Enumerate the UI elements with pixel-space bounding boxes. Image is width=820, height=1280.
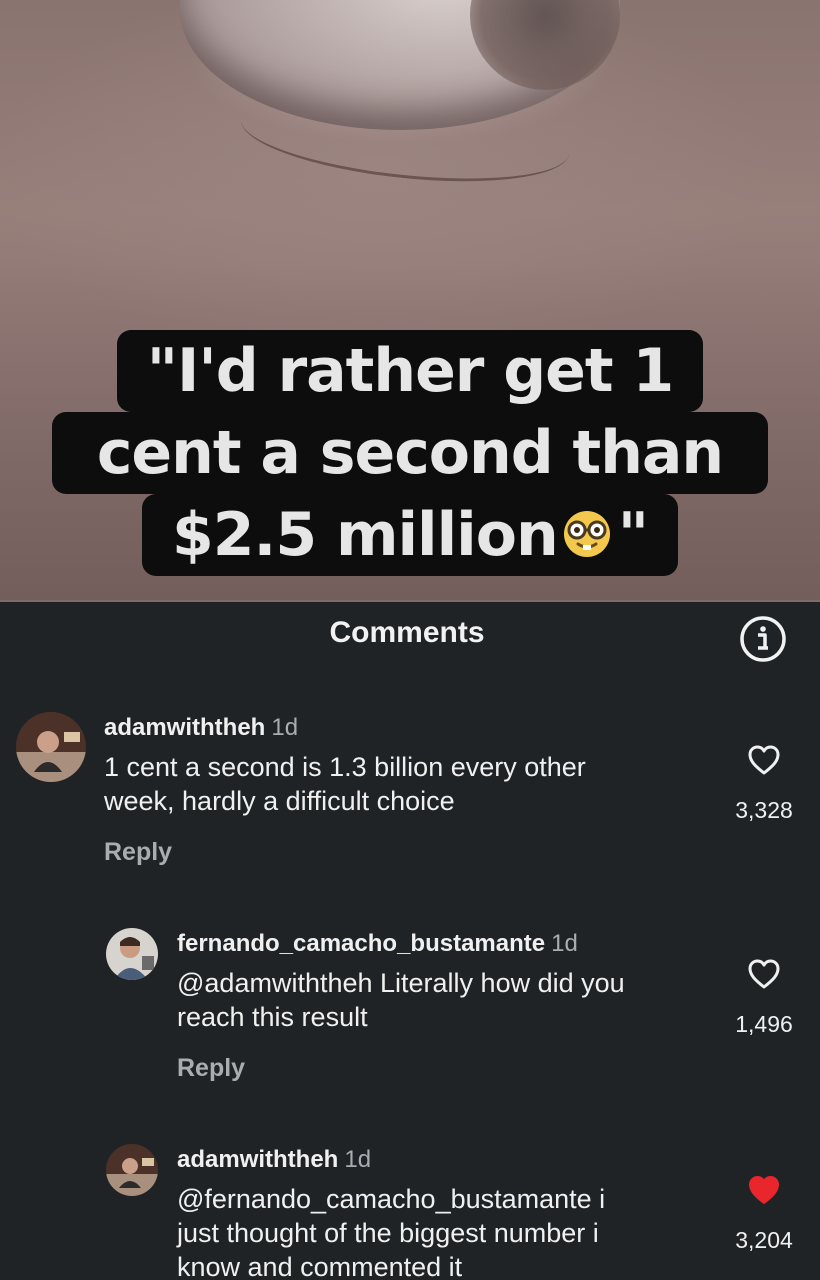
like-count: 3,328 bbox=[735, 797, 793, 823]
comments-panel: Comments adamwiththeh 1d 1 cent a second… bbox=[0, 602, 820, 1280]
heart-filled-icon[interactable] bbox=[747, 1174, 781, 1206]
heart-outline-icon[interactable] bbox=[747, 744, 781, 776]
nerd-face-icon bbox=[563, 511, 610, 558]
video-frame[interactable]: "I'd rather get 1 cent a second than $2.… bbox=[0, 0, 820, 602]
comment-text: @fernando_camacho_bustamante i just thou… bbox=[177, 1182, 717, 1280]
comment-text-line: week, hardly a difficult choice bbox=[104, 786, 455, 816]
username-text[interactable]: fernando_camacho_bustamante bbox=[177, 930, 545, 957]
comment-text: 1 cent a second is 1.3 billion every oth… bbox=[104, 750, 704, 818]
info-icon[interactable] bbox=[738, 614, 788, 664]
username-text[interactable]: adamwiththeh bbox=[104, 714, 265, 741]
comment-text-line: reach this result bbox=[177, 1002, 368, 1032]
comment-time: 1d bbox=[271, 714, 299, 741]
avatar[interactable] bbox=[16, 712, 86, 782]
like-count: 3,204 bbox=[735, 1227, 793, 1253]
comment-reply-item: adamwiththeh 1d @fernando_camacho_bustama… bbox=[0, 1136, 820, 1280]
caption-closing-quote: " bbox=[617, 500, 649, 570]
avatar-photo bbox=[16, 712, 86, 782]
comment-time: 1d bbox=[344, 1146, 372, 1173]
comment-text-line: just thought of the biggest number i bbox=[177, 1218, 599, 1248]
comment-text-line: know and commented it bbox=[177, 1252, 463, 1280]
username-text[interactable]: adamwiththeh bbox=[177, 1146, 338, 1173]
caption-line-3-text: $2.5 million bbox=[172, 500, 559, 570]
comment-reply-item: fernando_camacho_bustamante 1d @adamwitht… bbox=[0, 920, 820, 1110]
comment-username[interactable]: adamwiththeh 1d bbox=[104, 714, 298, 742]
video-caption: "I'd rather get 1 cent a second than $2.… bbox=[0, 330, 820, 576]
avatar[interactable] bbox=[106, 928, 158, 980]
comment-text-line: @adamwiththeh Literally how did you bbox=[177, 968, 625, 998]
comment-text-line: @fernando_camacho_bustamante i bbox=[177, 1184, 606, 1214]
comment-item: adamwiththeh 1d 1 cent a second is 1.3 bi… bbox=[0, 702, 820, 882]
screenshot: "I'd rather get 1 cent a second than $2.… bbox=[0, 0, 820, 1280]
reply-button[interactable]: Reply bbox=[104, 838, 172, 867]
caption-line-3: $2.5 million " bbox=[142, 494, 678, 576]
avatar-photo bbox=[106, 928, 158, 980]
avatar-photo bbox=[106, 1144, 158, 1196]
caption-line-2: cent a second than bbox=[51, 412, 769, 494]
avatar[interactable] bbox=[106, 1144, 158, 1196]
comment-time: 1d bbox=[551, 930, 578, 957]
comment-text-line: 1 cent a second is 1.3 billion every oth… bbox=[104, 752, 586, 782]
comment-text: @adamwiththeh Literally how did you reac… bbox=[177, 966, 717, 1034]
comment-username[interactable]: fernando_camacho_bustamante 1d bbox=[177, 930, 578, 958]
comments-header: Comments bbox=[0, 602, 820, 666]
comment-username[interactable]: adamwiththeh 1d bbox=[177, 1146, 371, 1174]
heart-outline-icon[interactable] bbox=[747, 958, 781, 990]
caption-line-1: "I'd rather get 1 bbox=[116, 330, 704, 412]
like-count: 1,496 bbox=[735, 1011, 793, 1037]
reply-button[interactable]: Reply bbox=[177, 1054, 245, 1083]
panel-title: Comments bbox=[329, 616, 485, 649]
